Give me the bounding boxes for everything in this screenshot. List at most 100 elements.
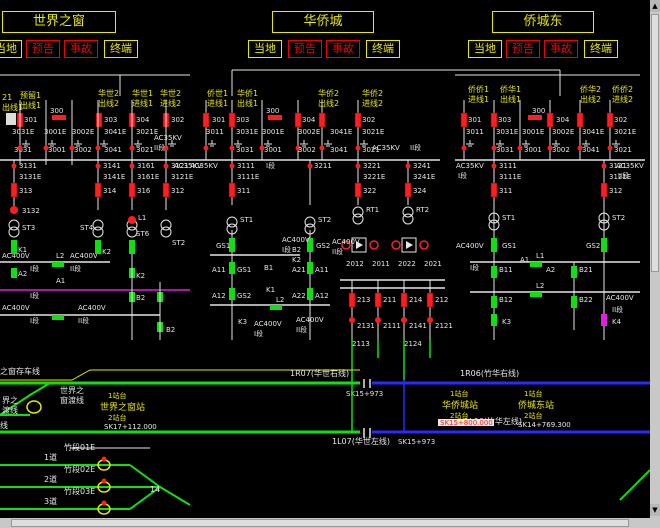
station-title-qiaochengdong: 侨城东: [492, 11, 594, 33]
station2-accident-button[interactable]: 事故: [326, 40, 360, 58]
breaker-300: [52, 115, 66, 120]
device-code: 3141E: [103, 173, 125, 181]
400v-breaker: [229, 262, 235, 274]
400v-breaker: [307, 288, 313, 300]
platform-label: 1站台: [450, 389, 468, 398]
device-code: 3221E: [363, 173, 385, 181]
depot-fan: [159, 486, 191, 506]
track-label: 竹段01E: [64, 442, 95, 452]
track-label: 1R06(竹华右线): [460, 368, 519, 378]
feeder-label: 华世1: [132, 88, 153, 98]
horizontal-scrollbar[interactable]: [0, 518, 660, 528]
dc-switch: [427, 317, 433, 323]
station1-terminal-button[interactable]: 终端: [104, 40, 138, 58]
transformer-coil: [160, 226, 172, 238]
bus-label: AC400V: [282, 236, 310, 244]
bay-breaker: [546, 112, 554, 128]
bay-breaker: [294, 112, 302, 128]
device-code: 3041: [330, 146, 348, 154]
device-code: GS2: [586, 242, 600, 250]
bus-label: AC35KV: [456, 162, 484, 170]
bay-switch: [43, 145, 49, 151]
400v-breaker: [129, 240, 135, 254]
feeder-switch: [95, 163, 101, 169]
station1-accident-button[interactable]: 事故: [64, 40, 98, 58]
ground-icon: [208, 140, 216, 147]
station3-forecast-button[interactable]: 预告: [506, 40, 540, 58]
400v-breaker: [11, 268, 17, 278]
device-code: ST2: [612, 214, 625, 222]
vertical-scroll-thumb[interactable]: [651, 14, 659, 272]
device-code: 3121: [171, 162, 189, 170]
device-code: 300: [532, 107, 545, 115]
bus-label: II段: [296, 325, 307, 334]
vertical-scrollbar[interactable]: ▲ ▼: [650, 0, 660, 528]
station-title-shijiezhichuang: 世界之窗: [2, 11, 116, 33]
transformer-icon: [160, 219, 172, 238]
station3-accident-button[interactable]: 事故: [544, 40, 578, 58]
bay-breaker: [606, 112, 614, 128]
feeder-label: 侨华2: [580, 84, 601, 94]
bus-label: AC400V: [332, 238, 360, 246]
track-label: 竹段02E: [64, 464, 95, 474]
bay-switch: [607, 145, 613, 151]
device-code: 3031E: [236, 128, 258, 136]
bay-breaker: [318, 112, 326, 128]
device-code: 3161E: [137, 173, 159, 181]
station2-local-button[interactable]: 当地: [248, 40, 282, 58]
device-code: 3021: [136, 146, 154, 154]
bus-label: I段: [30, 316, 39, 325]
station3-local-button[interactable]: 当地: [468, 40, 502, 58]
station2-forecast-button[interactable]: 预告: [288, 40, 322, 58]
device-code: GS2: [316, 242, 330, 250]
device-code: 3132: [22, 207, 40, 215]
device-code: B21: [579, 266, 593, 274]
bus-label: II段: [332, 247, 343, 256]
bay-breaker: [354, 112, 362, 128]
dc-breaker: [400, 292, 408, 308]
device-code: ST6: [136, 230, 150, 238]
scroll-up-arrow-icon[interactable]: ▲: [650, 0, 660, 12]
track-label-highlight: SK15+800.000: [440, 419, 493, 427]
device-code: 304: [556, 116, 570, 124]
device-code: 300: [266, 107, 279, 115]
device-code: ST2: [318, 216, 331, 224]
device-code: 3011: [466, 128, 484, 136]
device-code: 2111: [383, 322, 401, 330]
feeder-label: 华侨2: [318, 88, 339, 98]
device-code: 301: [24, 116, 37, 124]
station-title-huaqiaocheng: 华侨城: [272, 11, 374, 33]
feeder-breaker: [600, 182, 608, 198]
track-label: SK14+769.300: [518, 421, 571, 429]
feeder-breaker: [128, 182, 136, 198]
bus-label: AC400V: [70, 252, 98, 260]
device-code: K2: [292, 256, 301, 264]
station3-terminal-button[interactable]: 终端: [584, 40, 618, 58]
feeder-switch: [229, 163, 235, 169]
track-label: SK15+973: [398, 438, 435, 446]
track-label: 1R07(华世右线): [290, 368, 349, 378]
rectifier-icon: [406, 241, 413, 249]
device-code: L2: [56, 252, 64, 260]
feeder-label: 侨华1: [500, 84, 521, 94]
bay-switch: [95, 145, 101, 151]
feeder-breaker: [162, 182, 170, 198]
station1-forecast-button[interactable]: 预告: [26, 40, 60, 58]
horizontal-scroll-thumb[interactable]: [11, 519, 629, 527]
device-code: 303: [498, 116, 511, 124]
bus-tie-switch: [52, 262, 64, 267]
bus-label: AC400V: [456, 242, 484, 250]
station1-local-button[interactable]: 当地: [0, 40, 22, 58]
device-code: 3121E: [609, 173, 631, 181]
device-code: 3121E: [171, 173, 193, 181]
device-code: L1: [138, 214, 146, 222]
device-code: 303: [104, 116, 117, 124]
feeder-breaker: [10, 182, 18, 198]
400v-breaker: [95, 240, 101, 254]
device-code: 3001: [264, 146, 282, 154]
device-code: 3141: [103, 162, 121, 170]
device-code: 3031: [14, 146, 32, 154]
station2-terminal-button[interactable]: 终端: [366, 40, 400, 58]
device-code: B2: [136, 294, 145, 302]
scroll-down-arrow-icon[interactable]: ▼: [650, 504, 660, 516]
